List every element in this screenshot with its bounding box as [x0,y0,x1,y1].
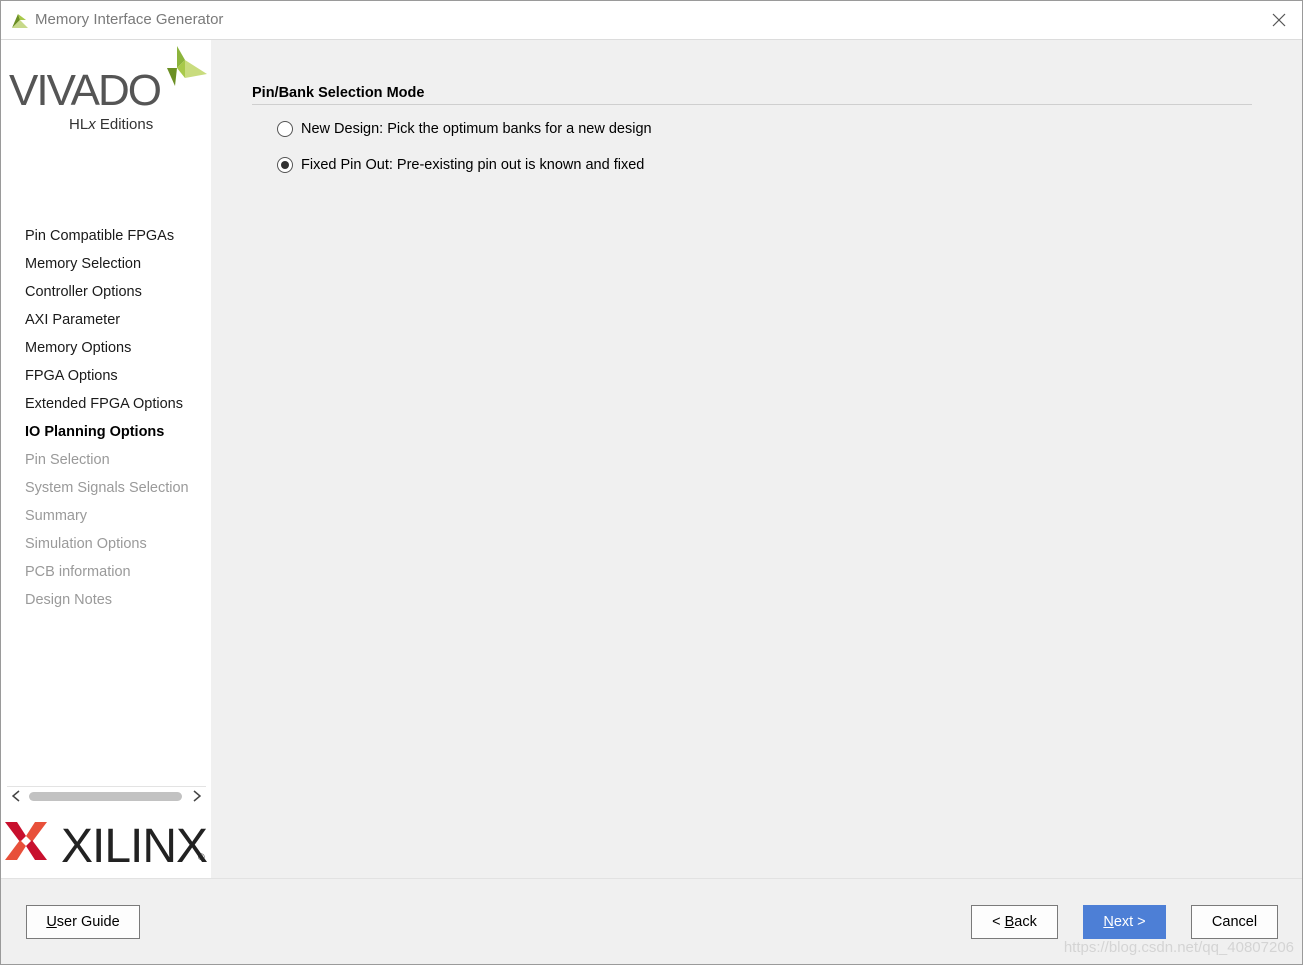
sidebar-item-system-signals-selection: System Signals Selection [25,480,189,496]
registered-mark: ® [198,852,205,862]
sidebar-item-design-notes: Design Notes [25,592,113,608]
next-button[interactable]: Next > [1083,905,1166,939]
vivado-logo: VIVADO HLx Editions [5,46,211,133]
xilinx-mark-icon [5,822,47,860]
section-title: Pin/Bank Selection Mode [252,85,425,101]
footer-bar: User Guide < Back Next > Cancel https://… [1,878,1302,964]
close-icon [1272,13,1286,27]
window-title: Memory Interface Generator [35,11,224,28]
sidebar-horizontal-scrollbar[interactable] [7,786,206,805]
radio-label-new-design: New Design: Pick the optimum banks for a… [301,121,652,137]
section-divider [252,104,1252,105]
sidebar-item-pcb-information: PCB information [25,564,131,580]
wizard-steps-list: Pin Compatible FPGAs Memory Selection Cont… [1,222,211,614]
radio-label-fixed-pin-out: Fixed Pin Out: Pre-existing pin out is k… [301,157,645,173]
user-guide-label: User Guide [46,914,120,930]
title-bar: Memory Interface Generator [1,1,1302,40]
sidebar-item-io-planning-options[interactable]: IO Planning Options [1,418,211,446]
user-guide-button[interactable]: User Guide [26,905,140,939]
scrollbar-thumb[interactable] [29,792,182,801]
sidebar-item-axi-parameter[interactable]: AXI Parameter [1,306,211,334]
sidebar-item-extended-fpga-options[interactable]: Extended FPGA Options [1,390,211,418]
left-panel: VIVADO HLx Editions Pin Compatible FPGAs… [1,40,211,878]
next-label: Next > [1103,914,1146,930]
sidebar-item-fpga-options[interactable]: FPGA Options [1,362,211,390]
sidebar-item-memory-options[interactable]: Memory Options [1,334,211,362]
watermark-text: https://blog.csdn.net/qq_40807206 [1063,939,1294,956]
mig-wizard-window: Memory Interface Generator VIVADO HLx Ed… [0,0,1303,965]
radio-button-fixed-pin-out[interactable] [277,157,293,173]
cancel-button[interactable]: Cancel [1191,905,1278,939]
close-button[interactable] [1266,7,1292,33]
radio-button-new-design[interactable] [277,121,293,137]
vivado-wordmark: VIVADO [9,66,162,115]
hlx-editions-label: HLx Editions [69,116,154,133]
back-label: < Back [992,914,1037,930]
scroll-left-icon[interactable] [9,788,23,804]
back-button[interactable]: < Back [971,905,1058,939]
radio-fixed-pin-out[interactable]: Fixed Pin Out: Pre-existing pin out is k… [277,154,644,176]
sidebar-item-pin-compatible-fpgas[interactable]: Pin Compatible FPGAs [1,222,211,250]
xilinx-logo: XILINX ® [5,810,211,876]
radio-new-design[interactable]: New Design: Pick the optimum banks for a… [277,118,652,140]
xilinx-wordmark: XILINX [61,820,208,873]
cancel-label: Cancel [1211,914,1258,930]
sidebar-item-simulation-options: Simulation Options [25,536,147,552]
scroll-right-icon[interactable] [190,788,204,804]
sidebar-item-controller-options[interactable]: Controller Options [1,278,211,306]
sidebar-item-memory-selection[interactable]: Memory Selection [1,250,211,278]
sidebar-item-pin-selection: Pin Selection [25,452,110,468]
vivado-leaf-icon [167,46,207,86]
vivado-app-icon [12,14,28,28]
sidebar-item-summary: Summary [25,508,88,524]
main-content: Pin/Bank Selection Mode New Design: Pick… [211,40,1302,878]
